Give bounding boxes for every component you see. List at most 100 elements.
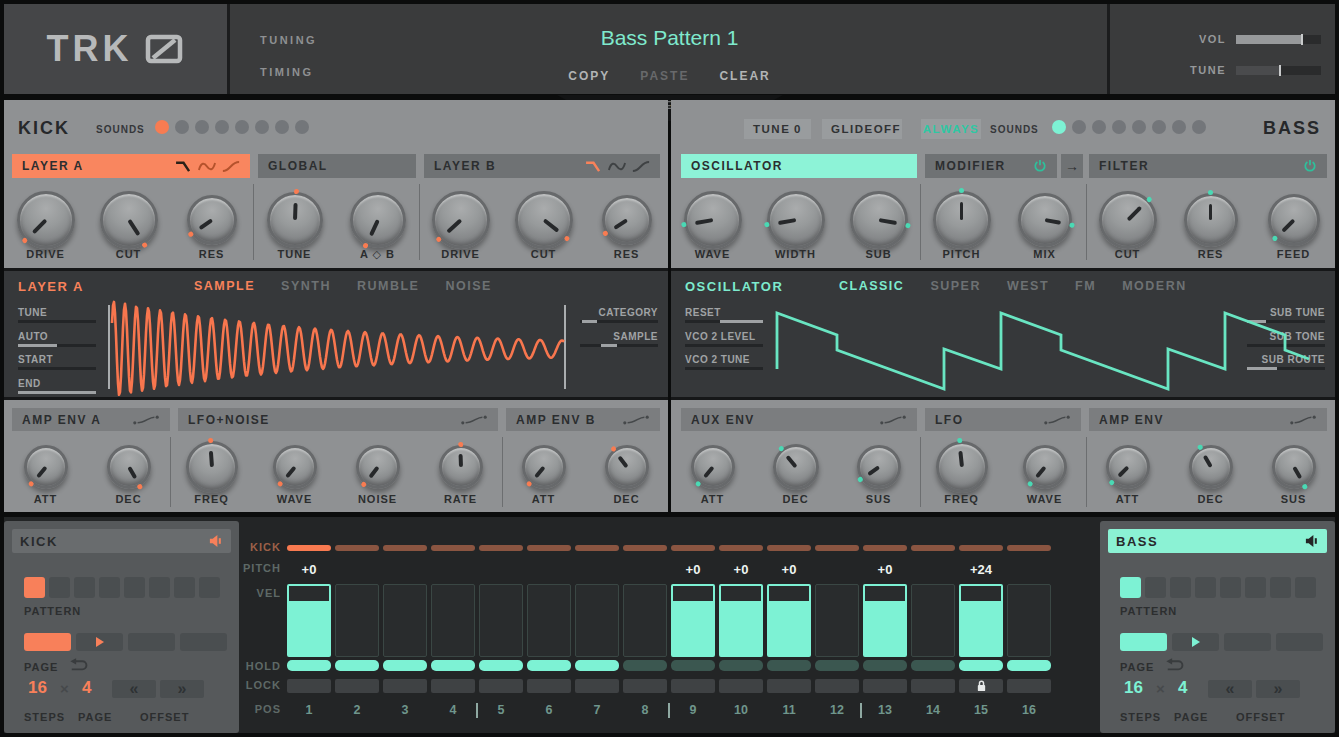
bass-tune-field[interactable]: TUNE0 bbox=[744, 119, 811, 139]
velocity-bar[interactable] bbox=[431, 584, 475, 657]
knob-res[interactable]: RES bbox=[1169, 182, 1252, 268]
sine-icon[interactable] bbox=[198, 160, 216, 173]
velocity-bar[interactable] bbox=[671, 584, 715, 657]
hold-bar[interactable] bbox=[959, 660, 1003, 671]
sound-slot-6[interactable] bbox=[1152, 120, 1166, 134]
amp-env-a-header[interactable]: AMP ENV A bbox=[12, 408, 170, 431]
velocity-bar[interactable] bbox=[767, 584, 811, 657]
filter-slope-icon[interactable] bbox=[585, 160, 602, 173]
lock-slot[interactable] bbox=[863, 679, 907, 693]
bass-offset-left-button[interactable]: « bbox=[1208, 680, 1252, 698]
sound-slot-8[interactable] bbox=[1192, 120, 1206, 134]
hold-bar[interactable] bbox=[431, 660, 475, 671]
pattern-slot-1[interactable] bbox=[24, 577, 45, 598]
knob-rate[interactable]: RATE bbox=[419, 437, 502, 512]
knob-freq[interactable]: FREQ bbox=[170, 437, 253, 512]
hold-bar[interactable] bbox=[623, 660, 667, 671]
bass-waveform[interactable] bbox=[671, 271, 1335, 403]
pitch-value[interactable] bbox=[815, 562, 859, 576]
vol-slider[interactable] bbox=[1236, 35, 1321, 44]
pitch-value[interactable]: +0 bbox=[719, 562, 763, 576]
lock-slot[interactable] bbox=[911, 679, 955, 693]
pattern-slot-8[interactable] bbox=[199, 577, 220, 598]
knob-sus[interactable]: SUS bbox=[1252, 437, 1335, 512]
bass-seq-header[interactable]: BASS bbox=[1108, 529, 1327, 553]
pitch-value[interactable] bbox=[911, 562, 955, 576]
page-slot-2[interactable] bbox=[1172, 633, 1219, 651]
kick-step-bar[interactable] bbox=[767, 545, 811, 551]
knob-wave[interactable]: WAVE bbox=[671, 182, 754, 268]
pattern-slot-2[interactable] bbox=[49, 577, 70, 598]
knob-cut[interactable]: CUT bbox=[1086, 182, 1169, 268]
curve-icon[interactable] bbox=[632, 160, 650, 173]
velocity-bar[interactable] bbox=[815, 584, 859, 657]
pitch-value[interactable] bbox=[575, 562, 619, 576]
pattern-slot-5[interactable] bbox=[1220, 577, 1241, 598]
sound-slot-1[interactable] bbox=[155, 120, 169, 134]
knob-noise[interactable]: NOISE bbox=[336, 437, 419, 512]
pattern-slot-6[interactable] bbox=[1245, 577, 1266, 598]
hold-bar[interactable] bbox=[527, 660, 571, 671]
sound-slot-2[interactable] bbox=[1072, 120, 1086, 134]
curve-icon[interactable] bbox=[222, 160, 240, 173]
hold-bar[interactable] bbox=[719, 660, 763, 671]
lock-slot[interactable] bbox=[1007, 679, 1051, 693]
modifier-route-arrow[interactable]: → bbox=[1061, 154, 1083, 178]
loop-icon[interactable] bbox=[1162, 658, 1187, 677]
bass-glide-value[interactable]: OFF bbox=[874, 123, 902, 135]
knob-feed[interactable]: FEED bbox=[1252, 182, 1335, 268]
modifier-power-icon[interactable] bbox=[1033, 159, 1047, 173]
lock-slot[interactable] bbox=[287, 679, 331, 693]
pattern-slot-7[interactable] bbox=[174, 577, 195, 598]
pitch-value[interactable]: +0 bbox=[863, 562, 907, 576]
bass-always-toggle[interactable]: ALWAYS bbox=[921, 119, 981, 139]
pitch-value[interactable] bbox=[623, 562, 667, 576]
lock-slot[interactable] bbox=[383, 679, 427, 693]
pitch-value[interactable] bbox=[1007, 562, 1051, 576]
tab-global[interactable]: GLOBAL bbox=[258, 154, 416, 178]
hold-bar[interactable] bbox=[767, 660, 811, 671]
copy-button[interactable]: COPY bbox=[568, 69, 610, 83]
knob-wave[interactable]: WAVE bbox=[253, 437, 336, 512]
kick-offset-right-button[interactable]: » bbox=[160, 680, 204, 698]
tab-layer-a[interactable]: LAYER A bbox=[12, 154, 250, 178]
velocity-bar[interactable] bbox=[719, 584, 763, 657]
page-slot-4[interactable] bbox=[1276, 633, 1323, 651]
kick-step-bar[interactable] bbox=[335, 545, 379, 551]
sound-slot-8[interactable] bbox=[295, 120, 309, 134]
amp-env-b-header[interactable]: AMP ENV B bbox=[506, 408, 660, 431]
pattern-slot-4[interactable] bbox=[1195, 577, 1216, 598]
pattern-slot-5[interactable] bbox=[124, 577, 145, 598]
lock-slot[interactable] bbox=[719, 679, 763, 693]
kick-steps-value[interactable]: 16 bbox=[28, 678, 47, 698]
knob-wave[interactable]: WAVE bbox=[1003, 437, 1086, 512]
velocity-bar[interactable] bbox=[911, 584, 955, 657]
kick-step-bar[interactable] bbox=[671, 545, 715, 551]
page-slot-3[interactable] bbox=[1224, 633, 1271, 651]
pattern-slot-4[interactable] bbox=[99, 577, 120, 598]
lock-slot[interactable] bbox=[335, 679, 379, 693]
amp-env-header[interactable]: AMP ENV bbox=[1089, 408, 1327, 431]
kick-page-value[interactable]: 4 bbox=[82, 678, 91, 698]
knob-tune[interactable]: TUNE bbox=[253, 182, 336, 268]
velocity-bar[interactable] bbox=[1007, 584, 1051, 657]
aux-env-header[interactable]: AUX ENV bbox=[681, 408, 917, 431]
knob-res[interactable]: RES bbox=[585, 182, 668, 268]
sound-slot-1[interactable] bbox=[1052, 120, 1066, 134]
hold-bar[interactable] bbox=[671, 660, 715, 671]
pattern-title[interactable]: Bass Pattern 1 bbox=[601, 26, 739, 50]
timing-label[interactable]: TIMING bbox=[260, 66, 314, 78]
pitch-value[interactable]: +0 bbox=[767, 562, 811, 576]
kick-offset-left-button[interactable]: « bbox=[112, 680, 156, 698]
knob-dec[interactable]: DEC bbox=[754, 437, 837, 512]
lock-slot[interactable] bbox=[767, 679, 811, 693]
knob-pitch[interactable]: PITCH bbox=[920, 182, 1003, 268]
bass-tune-value[interactable]: 0 bbox=[794, 123, 802, 135]
sound-slot-4[interactable] bbox=[1112, 120, 1126, 134]
filter-power-icon[interactable] bbox=[1303, 159, 1317, 173]
hold-bar[interactable] bbox=[1007, 660, 1051, 671]
knob-mix[interactable]: MIX bbox=[1003, 182, 1086, 268]
bass-page-value[interactable]: 4 bbox=[1178, 678, 1187, 698]
paste-button[interactable]: PASTE bbox=[640, 69, 689, 83]
hold-bar[interactable] bbox=[863, 660, 907, 671]
